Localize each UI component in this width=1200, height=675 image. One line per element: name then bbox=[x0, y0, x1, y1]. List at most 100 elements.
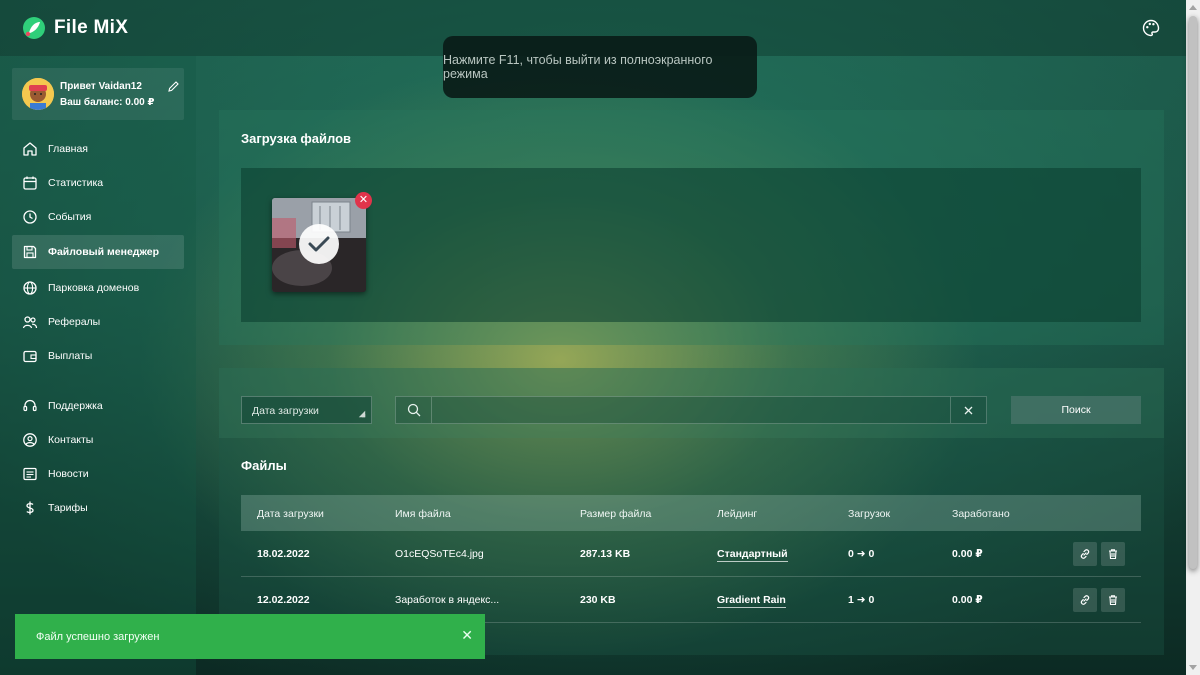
sidebar-item-label: Парковка доменов bbox=[48, 282, 140, 294]
home-icon bbox=[23, 142, 37, 156]
copy-link-button[interactable] bbox=[1073, 588, 1097, 612]
upload-title: Загрузка файлов bbox=[241, 131, 352, 146]
delete-file-button[interactable] bbox=[1101, 542, 1125, 566]
sidebar-item-label: Тарифы bbox=[48, 502, 88, 514]
upload-complete-check bbox=[299, 224, 339, 264]
files-panel: Дата загрузки Поиск Файлы Дата загрузки … bbox=[219, 368, 1164, 655]
column-header[interactable]: Заработано bbox=[952, 508, 1010, 520]
link-icon bbox=[1080, 549, 1090, 559]
app-name: File MiX bbox=[54, 17, 129, 38]
column-header[interactable]: Размер файла bbox=[580, 508, 651, 520]
sidebar: Привет Vaidan12 Ваш баланс: 0.00 ₽ Главн… bbox=[0, 56, 196, 675]
sidebar-item-label: Главная bbox=[48, 143, 88, 155]
profile-balance: Ваш баланс: 0.00 ₽ bbox=[60, 97, 155, 108]
clock-icon bbox=[23, 210, 37, 224]
success-toast: Файл успешно загружен ✕ bbox=[15, 614, 485, 659]
avatar-image bbox=[22, 78, 54, 110]
sidebar-item-label: Выплаты bbox=[48, 350, 93, 362]
cell-file-size: 230 KB bbox=[580, 594, 616, 606]
sidebar-item-events[interactable]: События bbox=[12, 200, 184, 234]
app-logo[interactable]: File MiX bbox=[22, 16, 128, 40]
cell-downloads: 1 ➜ 0 bbox=[848, 594, 875, 606]
delete-file-button[interactable] bbox=[1101, 588, 1125, 612]
link-icon bbox=[1080, 595, 1090, 605]
palette-icon[interactable] bbox=[1142, 19, 1160, 37]
profile-greeting: Привет Vaidan12 bbox=[60, 81, 142, 92]
logo-icon bbox=[23, 17, 45, 39]
files-table: Дата загрузки Имя файла Размер файла Лей… bbox=[241, 495, 1141, 623]
scroll-down-arrow-icon[interactable] bbox=[1189, 665, 1197, 670]
trash-icon bbox=[1109, 549, 1117, 560]
sidebar-item-referrals[interactable]: Рефералы bbox=[12, 305, 184, 339]
profile-card[interactable]: Привет Vaidan12 Ваш баланс: 0.00 ₽ bbox=[12, 68, 184, 120]
sidebar-item-news[interactable]: Новости bbox=[12, 457, 184, 491]
copy-link-button[interactable] bbox=[1073, 542, 1097, 566]
news-icon bbox=[23, 467, 37, 481]
cell-file-name: Заработок в яндекс... bbox=[395, 594, 500, 606]
search-icon bbox=[407, 403, 420, 417]
cell-file-size: 287.13 KB bbox=[580, 548, 631, 560]
upload-dropzone[interactable]: ✕ bbox=[241, 168, 1141, 322]
cell-downloads: 0 ➜ 0 bbox=[848, 548, 875, 560]
column-header[interactable]: Имя файла bbox=[395, 508, 451, 520]
scrollbar-thumb[interactable] bbox=[1189, 16, 1197, 569]
scroll-up-arrow-icon[interactable] bbox=[1189, 5, 1197, 10]
sidebar-item-home[interactable]: Главная bbox=[12, 132, 184, 166]
search-field bbox=[395, 396, 987, 424]
sidebar-item-tariffs[interactable]: Тарифы bbox=[12, 491, 184, 525]
filter-bar: Дата загрузки Поиск bbox=[219, 368, 1164, 438]
landing-link[interactable]: Gradient Rain bbox=[717, 594, 786, 608]
sidebar-item-statistics[interactable]: Статистика bbox=[12, 166, 184, 200]
support-icon bbox=[23, 399, 37, 412]
column-header[interactable]: Дата загрузки bbox=[257, 508, 324, 520]
sidebar-item-label: События bbox=[48, 211, 92, 223]
sidebar-item-domain-parking[interactable]: Парковка доменов bbox=[12, 271, 184, 305]
cell-earned: 0.00 ₽ bbox=[952, 548, 983, 560]
avatar[interactable] bbox=[22, 78, 54, 110]
fullscreen-notice: Нажмите F11, чтобы выйти из полноэкранно… bbox=[443, 36, 757, 98]
toast-message: Файл успешно загружен bbox=[36, 630, 160, 643]
clear-search-button[interactable] bbox=[950, 397, 986, 423]
column-header[interactable]: Загрузок bbox=[848, 508, 890, 520]
edit-icon[interactable] bbox=[167, 80, 180, 93]
contacts-icon bbox=[23, 433, 37, 447]
files-title: Файлы bbox=[241, 458, 287, 473]
date-filter-value: Дата загрузки bbox=[252, 405, 319, 417]
table-row: 18.02.2022 O1cEQSoTEc4.jpg 287.13 KB Ста… bbox=[241, 531, 1141, 577]
search-input[interactable] bbox=[432, 397, 950, 423]
sidebar-item-label: Контакты bbox=[48, 434, 94, 446]
sidebar-item-label: Рефералы bbox=[48, 316, 101, 328]
trash-icon bbox=[1109, 595, 1117, 606]
table-header: Дата загрузки Имя файла Размер файла Лей… bbox=[241, 495, 1141, 531]
cell-file-name: O1cEQSoTEc4.jpg bbox=[395, 548, 484, 560]
toast-close-button[interactable]: ✕ bbox=[461, 627, 473, 644]
page-scrollbar[interactable] bbox=[1186, 0, 1200, 675]
globe-icon bbox=[23, 281, 37, 295]
dollar-icon bbox=[26, 501, 34, 515]
sidebar-item-label: Статистика bbox=[48, 177, 104, 189]
uploaded-file-thumbnail[interactable] bbox=[272, 198, 366, 292]
sidebar-item-file-manager[interactable]: Файловый менеджер bbox=[12, 235, 184, 269]
sidebar-item-support[interactable]: Поддержка bbox=[12, 389, 184, 423]
upload-panel: Загрузка файлов ✕ bbox=[219, 110, 1164, 345]
sidebar-item-contacts[interactable]: Контакты bbox=[12, 423, 184, 457]
referrals-icon bbox=[22, 316, 38, 329]
sidebar-item-label: Поддержка bbox=[48, 400, 103, 412]
column-header[interactable]: Лейдинг bbox=[717, 508, 757, 520]
cell-date: 18.02.2022 bbox=[257, 548, 310, 560]
calendar-icon bbox=[23, 176, 37, 190]
search-icon-box[interactable] bbox=[396, 397, 432, 423]
date-filter-select[interactable]: Дата загрузки bbox=[241, 396, 372, 424]
sidebar-item-payouts[interactable]: Выплаты bbox=[12, 339, 184, 373]
remove-file-button[interactable]: ✕ bbox=[355, 192, 372, 209]
sidebar-item-label: Файловый менеджер bbox=[48, 246, 160, 258]
select-caret-icon bbox=[358, 410, 366, 418]
check-icon bbox=[308, 236, 330, 252]
landing-link[interactable]: Стандартный bbox=[717, 548, 788, 562]
search-button[interactable]: Поиск bbox=[1011, 396, 1141, 424]
wallet-icon bbox=[23, 350, 37, 363]
cell-date: 12.02.2022 bbox=[257, 594, 310, 606]
cell-earned: 0.00 ₽ bbox=[952, 594, 983, 606]
close-icon bbox=[964, 406, 973, 414]
save-icon bbox=[23, 245, 37, 259]
